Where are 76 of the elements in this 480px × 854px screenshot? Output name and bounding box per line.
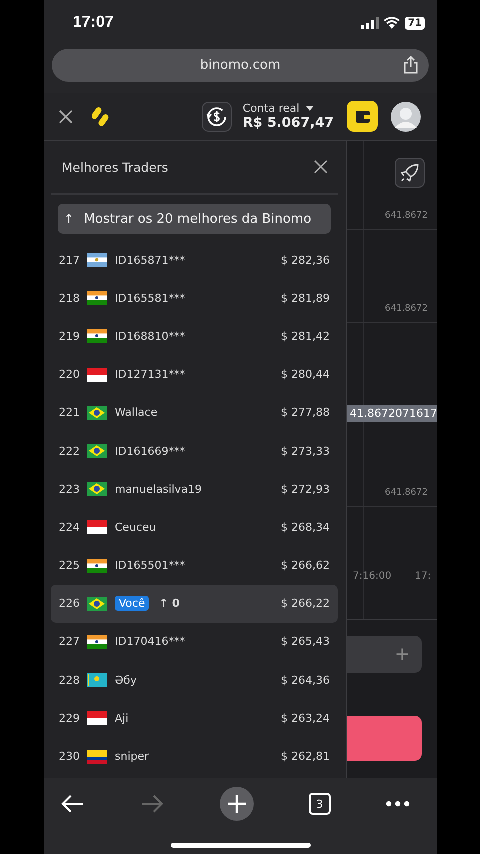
logo-icon [92,106,110,128]
rank-change: ↑ 0 [159,597,181,610]
dropdown-icon [306,106,314,111]
close-icon[interactable] [314,160,328,174]
trader-name: Aji [115,712,130,725]
price-label: 641.8672 [385,211,428,221]
trader-name: Wallace [115,406,159,420]
trader-amount: $ 266,22 [281,597,330,610]
trader-amount: $ 282,36 [281,254,330,267]
rocket-icon [400,163,420,183]
trader-amount: $ 277,88 [281,406,330,420]
wallet-button[interactable] [347,101,378,132]
close-icon[interactable] [59,110,73,124]
rank-number: 218 [59,292,81,305]
trader-name: ID165501*** [115,559,186,572]
rank-number: 222 [59,444,81,458]
current-price-label: 41.8672071617 [347,405,437,422]
back-icon[interactable] [61,794,85,814]
rank-number: 223 [59,482,81,496]
time-label: 7:16:00 [353,571,392,582]
trader-name: ID165581*** [115,292,186,305]
panel-title: Melhores Traders [62,160,168,174]
trader-name: ID127131*** [115,368,186,382]
account-selector[interactable]: Conta real [242,102,334,115]
tabs-button[interactable]: 3 [308,793,331,815]
url-text: binomo.com [200,58,281,73]
show-top-button[interactable]: ↑ Mostrar os 20 melhores da Binomo [58,204,331,234]
new-tab-icon[interactable] [220,787,254,821]
share-icon[interactable] [403,56,419,74]
trader-name: ID170416*** [115,635,186,648]
rocket-button[interactable] [395,158,425,188]
trader-name: ID165871*** [115,254,186,267]
trader-amount: $ 265,43 [281,635,330,648]
trader-name: sniper [115,750,150,764]
trader-amount: $ 262,81 [281,750,330,764]
rank-number: 226 [59,597,81,610]
dollar-history-icon [206,106,228,128]
rank-number: 228 [59,674,81,687]
account-label: Conta real [242,102,300,115]
trader-amount: $ 264,36 [281,674,330,687]
trader-amount: $ 280,44 [281,368,330,382]
rank-number: 230 [59,750,81,764]
account-balance: R$ 5.067,47 [242,115,334,131]
price-label: 641.8672 [385,304,428,314]
time-label: 17: [415,571,432,582]
rank-number: 220 [59,368,81,382]
wallet-icon [354,110,370,124]
status-time: 17:07 [73,14,114,32]
trader-name: ID161669*** [115,444,186,458]
more-icon[interactable] [386,801,410,807]
trader-amount: $ 281,42 [281,330,330,343]
trader-amount: $ 272,93 [281,482,330,496]
trader-amount: $ 281,89 [281,292,330,305]
history-button[interactable] [202,102,232,132]
rank-number: 224 [59,520,81,534]
rank-number: 229 [59,712,81,725]
trader-amount: $ 263,24 [281,712,330,725]
wifi-icon [384,17,400,29]
trader-amount: $ 273,33 [281,444,330,458]
rank-number: 219 [59,330,81,343]
signal-icon [361,17,380,29]
price-label: 641.8672 [385,488,428,498]
rank-number: 221 [59,406,81,420]
address-bar[interactable]: binomo.com [52,49,429,82]
you-badge: Você [115,596,150,612]
trader-amount: $ 266,62 [281,559,330,572]
trader-name: Ceuceu [115,520,158,534]
trader-amount: $ 268,34 [281,520,330,534]
trader-name: manuelasilva19 [115,482,204,496]
rank-number: 227 [59,635,81,648]
trader-name: ID168810*** [115,330,186,343]
avatar-icon[interactable] [391,102,421,132]
rank-number: 225 [59,559,81,572]
rank-number: 217 [59,254,81,267]
trader-name: Әбу [115,674,138,687]
battery-level: 71 [405,16,425,30]
